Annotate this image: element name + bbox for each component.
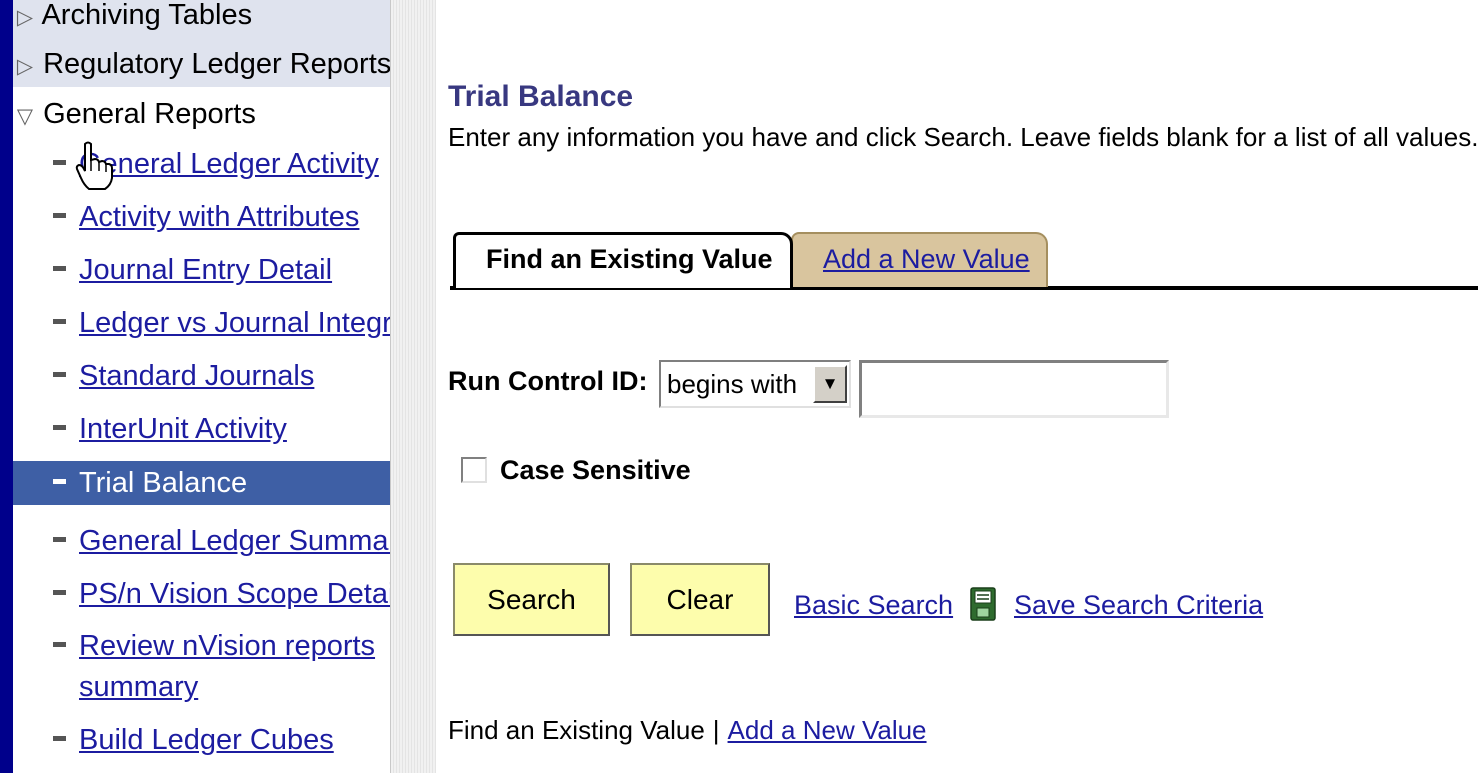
nav-folder-label: General Reports: [43, 98, 256, 130]
nav-link-journal-entry-detail[interactable]: Journal Entry Detail: [79, 254, 332, 286]
chevron-down-icon[interactable]: ▼: [813, 365, 847, 403]
left-navigation: ▷ Archiving Tables ▷ Regulatory Ledger R…: [13, 0, 390, 773]
operator-selected-value: begins with: [667, 369, 798, 399]
tab-add-new-value[interactable]: Add a New Value: [791, 232, 1048, 287]
dash-bullet-icon: [53, 424, 66, 430]
nav-link-activity-with-attributes[interactable]: Activity with Attributes: [79, 201, 359, 233]
dash-bullet-icon: [53, 735, 66, 741]
nav-item-journal-entry-detail: Journal Entry Detail: [39, 251, 390, 289]
nav-folder-label: Regulatory Ledger Reports: [43, 48, 390, 80]
dash-bullet-icon: [53, 318, 66, 324]
basic-search-link[interactable]: Basic Search: [794, 590, 953, 621]
nav-item-ledger-vs-journal-integrity: Ledger vs Journal Integrity: [39, 304, 390, 342]
nav-link-standard-journals[interactable]: Standard Journals: [79, 360, 314, 392]
app-frame: ▷ Archiving Tables ▷ Regulatory Ledger R…: [13, 0, 1478, 773]
dash-bullet-icon: [53, 478, 66, 484]
nav-folder-archiving-tables[interactable]: ▷ Archiving Tables: [15, 0, 252, 34]
triangle-right-icon: ▷: [16, 55, 34, 78]
run-control-operator-select[interactable]: begins with ▼: [659, 360, 851, 408]
nav-link-general-ledger-activity[interactable]: General Ledger Activity: [79, 148, 379, 180]
nav-folder-general-reports[interactable]: ▽ General Reports: [15, 95, 256, 133]
page-title: Trial Balance: [448, 80, 634, 113]
nav-item-general-ledger-summary: General Ledger Summary: [39, 522, 390, 560]
nav-item-build-ledger-cubes: Build Ledger Cubes: [39, 721, 390, 759]
nav-link-interunit-activity[interactable]: InterUnit Activity: [79, 413, 287, 445]
footer-separator: |: [712, 715, 720, 745]
floppy-disk-icon[interactable]: [970, 587, 996, 621]
nav-selected-label: Trial Balance: [79, 467, 248, 499]
nav-item-review-nvision-summary: summary: [39, 668, 390, 706]
nav-link-general-ledger-summary[interactable]: General Ledger Summary: [79, 525, 390, 557]
case-sensitive-checkbox[interactable]: [461, 457, 487, 483]
run-control-id-input[interactable]: [859, 360, 1169, 418]
nav-folder-regulatory-ledger-reports[interactable]: ▷ Regulatory Ledger Reports: [15, 45, 390, 83]
nav-divider-strip: [390, 0, 436, 773]
nav-folder-label: Archiving Tables: [41, 0, 253, 31]
nav-item-psn-vision-scope-details: PS/n Vision Scope Details: [39, 575, 390, 613]
nav-item-trial-balance-selected[interactable]: Trial Balance: [13, 461, 390, 505]
tab-find-existing-value[interactable]: Find an Existing Value: [453, 232, 793, 288]
save-search-criteria-link[interactable]: Save Search Criteria: [1014, 590, 1263, 621]
triangle-down-icon: ▽: [16, 105, 34, 128]
tab-find-label: Find an Existing Value: [486, 244, 773, 274]
nav-link-build-ledger-cubes[interactable]: Build Ledger Cubes: [79, 724, 334, 756]
triangle-right-icon: ▷: [16, 6, 34, 29]
search-button[interactable]: Search: [453, 563, 610, 636]
nav-item-activity-with-attributes: Activity with Attributes: [39, 198, 390, 236]
dash-bullet-icon: [53, 536, 66, 542]
nav-link-review-nvision-summary[interactable]: summary: [79, 671, 198, 703]
nav-item-review-nvision-reports: Review nVision reports: [39, 627, 390, 665]
dash-bullet-icon: [53, 371, 66, 377]
nav-item-general-ledger-activity: General Ledger Activity: [39, 145, 390, 183]
footer-links: Find an Existing Value | Add a New Value: [448, 715, 927, 746]
page-instructions: Enter any information you have and click…: [448, 122, 1478, 152]
dash-bullet-icon: [53, 265, 66, 271]
nav-link-psn-vision-scope-details[interactable]: PS/n Vision Scope Details: [79, 578, 390, 610]
dash-bullet-icon: [53, 589, 66, 595]
nav-link-ledger-vs-journal-integrity[interactable]: Ledger vs Journal Integrity: [79, 307, 390, 339]
tab-add-link[interactable]: Add a New Value: [823, 244, 1030, 275]
dash-bullet-icon: [53, 641, 66, 647]
footer-add-new-value-link[interactable]: Add a New Value: [728, 715, 927, 745]
nav-item-standard-journals: Standard Journals: [39, 357, 390, 395]
run-control-id-label: Run Control ID:: [448, 366, 648, 396]
case-sensitive-label: Case Sensitive: [500, 455, 691, 485]
dash-bullet-icon: [53, 159, 66, 165]
footer-find-existing-value[interactable]: Find an Existing Value: [448, 715, 705, 745]
nav-link-review-nvision-reports[interactable]: Review nVision reports: [79, 630, 375, 662]
dash-bullet-icon: [53, 212, 66, 218]
nav-item-interunit-activity: InterUnit Activity: [39, 410, 390, 448]
clear-button[interactable]: Clear: [630, 563, 770, 636]
